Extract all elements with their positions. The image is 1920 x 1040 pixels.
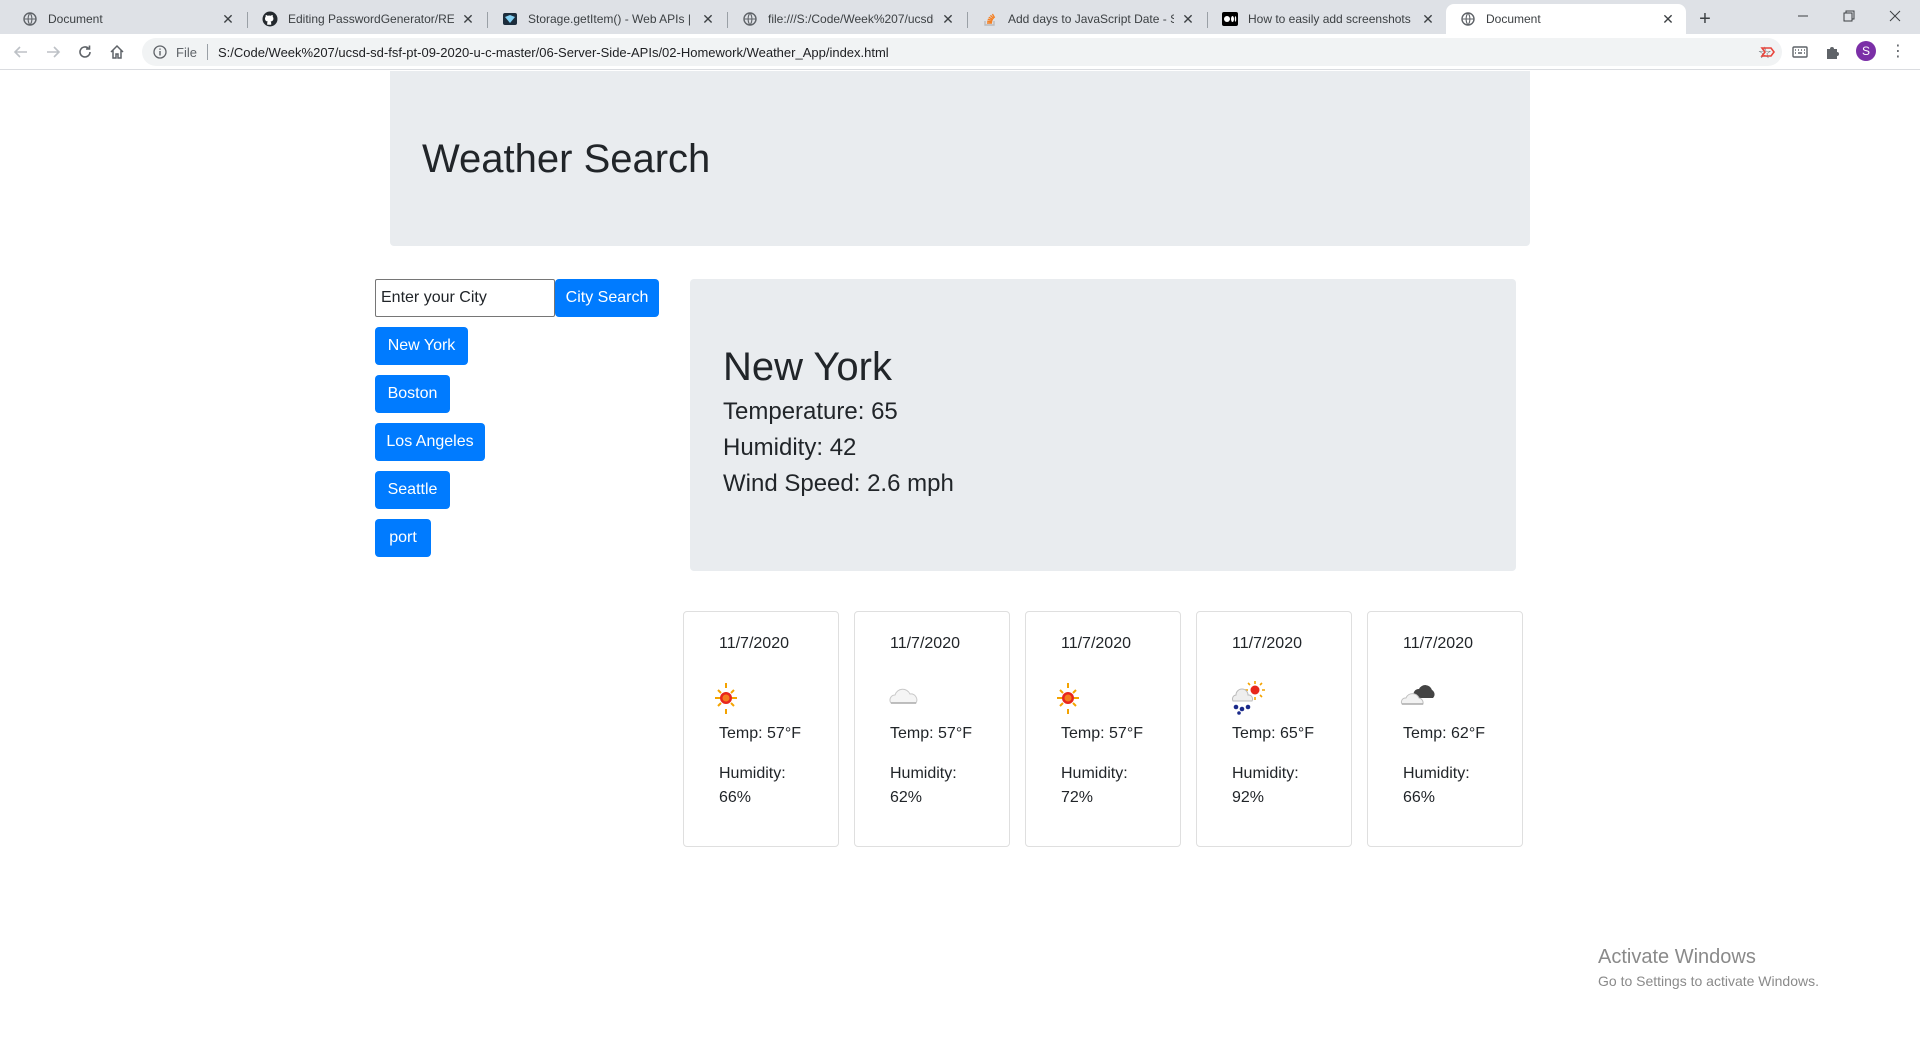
forecast-temp: Temp: 62°F bbox=[1403, 725, 1485, 742]
forecast-humidity-value: 66% bbox=[719, 789, 752, 806]
forecast-humidity-label: Humidity: bbox=[1061, 765, 1128, 782]
url-scheme: File bbox=[176, 44, 197, 60]
forecast-card: 11/7/2020 Temp: 65°F Humidity: 92% bbox=[1196, 611, 1352, 847]
browser-tab-active[interactable]: Document ✕ bbox=[1446, 4, 1686, 34]
header-jumbotron: Weather Search bbox=[390, 71, 1530, 246]
globe-icon bbox=[22, 11, 38, 27]
menu-kebab-icon[interactable]: ⋮ bbox=[1888, 41, 1908, 61]
url-divider bbox=[206, 44, 208, 60]
forecast-card: 11/7/2020 Temp: 57°F Humidity: 66% bbox=[683, 611, 839, 847]
history-button-new-york[interactable]: New York bbox=[375, 327, 468, 365]
cloud-icon bbox=[885, 680, 935, 716]
browser-toolbar: File S:/Code/Week%207/ucsd-sd-fsf-pt-09-… bbox=[0, 34, 1920, 70]
forecast-temp: Temp: 57°F bbox=[1061, 725, 1143, 742]
forecast-temp: Temp: 57°F bbox=[890, 725, 972, 742]
current-weather-panel: New York Temperature: 65 Humidity: 42 Wi… bbox=[690, 279, 1516, 571]
browser-tab[interactable]: Add days to JavaScript Date - Sta ✕ bbox=[968, 4, 1206, 34]
forecast-card: 11/7/2020 Temp: 57°F Humidity: 62% bbox=[854, 611, 1010, 847]
current-temperature: Temperature: 65 bbox=[723, 398, 898, 425]
watermark-title: Activate Windows bbox=[1598, 946, 1756, 968]
address-bar[interactable]: File S:/Code/Week%207/ucsd-sd-fsf-pt-09-… bbox=[142, 38, 1782, 66]
close-icon[interactable]: ✕ bbox=[220, 11, 236, 27]
browser-tab[interactable]: How to easily add screenshots in ✕ bbox=[1208, 4, 1446, 34]
tab-title: file:///S:/Code/Week%207/ucsd- bbox=[768, 12, 934, 26]
forecast-humidity-label: Humidity: bbox=[1403, 765, 1470, 782]
city-search-input[interactable] bbox=[375, 279, 555, 317]
globe-icon bbox=[1460, 11, 1476, 27]
minimize-icon[interactable] bbox=[1780, 0, 1826, 32]
home-icon[interactable] bbox=[104, 39, 130, 65]
forecast-card: 11/7/2020 Temp: 57°F Humidity: 72% bbox=[1025, 611, 1181, 847]
forecast-humidity-label: Humidity: bbox=[890, 765, 957, 782]
close-icon[interactable]: ✕ bbox=[940, 11, 956, 27]
url-text[interactable]: S:/Code/Week%207/ucsd-sd-fsf-pt-09-2020-… bbox=[218, 45, 889, 60]
current-city-name: New York bbox=[723, 345, 892, 389]
extension-cast-icon[interactable] bbox=[1758, 42, 1778, 62]
browser-tab[interactable]: Storage.getItem() - Web APIs | M ✕ bbox=[488, 4, 726, 34]
activate-windows-watermark: Activate Windows Go to Settings to activ… bbox=[1598, 946, 1819, 989]
forecast-humidity-value: 62% bbox=[890, 789, 923, 806]
stackoverflow-icon bbox=[982, 11, 998, 27]
tab-title: Document bbox=[1486, 12, 1541, 26]
tab-title: How to easily add screenshots in bbox=[1248, 12, 1414, 26]
watermark-subtitle: Go to Settings to activate Windows. bbox=[1598, 973, 1819, 989]
browser-tab[interactable]: Editing PasswordGenerator/READ ✕ bbox=[248, 4, 486, 34]
profile-avatar[interactable]: S bbox=[1856, 41, 1876, 61]
mdn-icon bbox=[502, 11, 518, 27]
reload-icon[interactable] bbox=[72, 39, 98, 65]
close-icon[interactable]: ✕ bbox=[1420, 11, 1436, 27]
forecast-humidity-value: 92% bbox=[1232, 789, 1265, 806]
forecast-humidity-label: Humidity: bbox=[1232, 765, 1299, 782]
forecast-date: 11/7/2020 bbox=[890, 635, 960, 652]
rain-sun-icon bbox=[1227, 680, 1277, 716]
tab-title: Add days to JavaScript Date - Sta bbox=[1008, 12, 1174, 26]
tab-title: Editing PasswordGenerator/READ bbox=[288, 12, 454, 26]
github-icon bbox=[262, 11, 278, 27]
sunny-icon bbox=[1056, 680, 1106, 716]
history-button-port[interactable]: port bbox=[375, 519, 431, 557]
city-search-button[interactable]: City Search bbox=[555, 279, 659, 317]
browser-tab[interactable]: Document ✕ bbox=[8, 4, 246, 34]
broken-clouds-icon bbox=[1398, 680, 1448, 716]
close-icon[interactable]: ✕ bbox=[1180, 11, 1196, 27]
page-title: Weather Search bbox=[422, 137, 711, 181]
history-button-los-angeles[interactable]: Los Angeles bbox=[375, 423, 485, 461]
current-humidity: Humidity: 42 bbox=[723, 434, 857, 461]
tab-title: Storage.getItem() - Web APIs | M bbox=[528, 12, 694, 26]
browser-tab[interactable]: file:///S:/Code/Week%207/ucsd- ✕ bbox=[728, 4, 966, 34]
medium-icon bbox=[1222, 11, 1238, 27]
forecast-temp: Temp: 65°F bbox=[1232, 725, 1314, 742]
restore-icon[interactable] bbox=[1826, 0, 1872, 32]
current-wind-speed: Wind Speed: 2.6 mph bbox=[723, 470, 954, 497]
new-tab-button[interactable]: + bbox=[1692, 6, 1718, 32]
close-window-icon[interactable] bbox=[1872, 0, 1918, 32]
close-icon[interactable]: ✕ bbox=[1660, 11, 1676, 27]
browser-tab-strip: Document ✕ Editing PasswordGenerator/REA… bbox=[0, 0, 1920, 34]
info-icon[interactable] bbox=[152, 44, 168, 60]
globe-icon bbox=[742, 11, 758, 27]
forecast-card: 11/7/2020 Temp: 62°F Humidity: 66% bbox=[1367, 611, 1523, 847]
forecast-date: 11/7/2020 bbox=[1232, 635, 1302, 652]
forecast-date: 11/7/2020 bbox=[719, 635, 789, 652]
forward-arrow-icon[interactable] bbox=[40, 39, 66, 65]
back-arrow-icon[interactable] bbox=[8, 39, 34, 65]
history-button-boston[interactable]: Boston bbox=[375, 375, 450, 413]
forecast-temp: Temp: 57°F bbox=[719, 725, 801, 742]
forecast-date: 11/7/2020 bbox=[1061, 635, 1131, 652]
extension-keyboard-icon[interactable] bbox=[1790, 42, 1810, 62]
history-button-seattle[interactable]: Seattle bbox=[375, 471, 450, 509]
forecast-humidity-value: 66% bbox=[1403, 789, 1436, 806]
tab-title: Document bbox=[48, 12, 103, 26]
forecast-humidity-label: Humidity: bbox=[719, 765, 786, 782]
sunny-icon bbox=[714, 680, 764, 716]
forecast-date: 11/7/2020 bbox=[1403, 635, 1473, 652]
close-icon[interactable]: ✕ bbox=[460, 11, 476, 27]
forecast-humidity-value: 72% bbox=[1061, 789, 1094, 806]
close-icon[interactable]: ✕ bbox=[700, 11, 716, 27]
extensions-puzzle-icon[interactable] bbox=[1822, 42, 1842, 62]
